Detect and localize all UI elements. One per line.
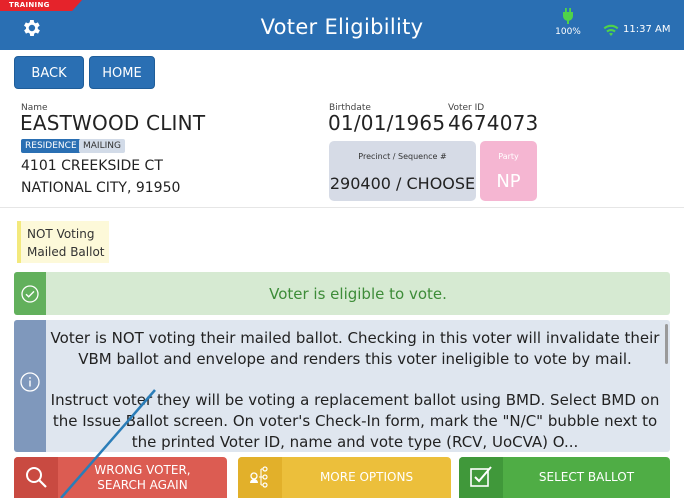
- charging-plug-icon: [563, 8, 573, 24]
- info-paragraph-1: Voter is NOT voting their mailed ballot.…: [50, 329, 660, 368]
- eligibility-banner: Voter is eligible to vote.: [14, 272, 670, 315]
- select-ballot-button[interactable]: SELECT BALLOT: [459, 457, 670, 498]
- birthdate-value: 01/01/1965: [328, 111, 446, 135]
- check-circle-icon: [21, 285, 39, 303]
- wrong-voter-label-line-2: SEARCH AGAIN: [97, 477, 188, 492]
- tab-mailing[interactable]: MAILING: [79, 139, 125, 153]
- scrollbar[interactable]: [665, 324, 668, 364]
- precinct-sequence-box[interactable]: Precinct / Sequence # 290400 / CHOOSE: [329, 141, 476, 201]
- info-panel[interactable]: Voter is NOT voting their mailed ballot.…: [14, 320, 670, 452]
- checkbox-check-icon: [470, 466, 492, 487]
- voter-name: EASTWOOD CLINT: [20, 111, 206, 135]
- wrong-voter-label-line-1: WRONG VOTER,: [94, 462, 191, 477]
- app-header: TRAINING Voter Eligibility 100% 11:37 AM: [0, 0, 684, 50]
- more-options-label: MORE OPTIONS: [319, 470, 414, 484]
- info-text: Voter is NOT voting their mailed ballot.…: [46, 328, 664, 452]
- address-line-2: NATIONAL CITY, 91950: [21, 180, 181, 196]
- precinct-label: Precinct / Sequence #: [358, 152, 447, 161]
- back-button[interactable]: BACK: [14, 56, 84, 89]
- wrong-voter-search-again-button[interactable]: WRONG VOTER, SEARCH AGAIN: [14, 457, 227, 498]
- clock: 11:37 AM: [623, 24, 671, 35]
- status-line-2: Mailed Ballot: [27, 245, 105, 259]
- voting-status-tag: NOT Voting Mailed Ballot: [17, 221, 109, 263]
- voter-id-value: 4674073: [448, 111, 539, 135]
- training-badge: TRAINING: [0, 0, 82, 11]
- party-value: NP: [496, 171, 521, 192]
- search-icon: [26, 467, 47, 488]
- wifi-icon: [603, 24, 619, 36]
- battery-indicator: 100%: [550, 8, 586, 37]
- party-box: Party NP: [480, 141, 537, 201]
- tab-residence[interactable]: RESIDENCE: [21, 139, 81, 153]
- home-button[interactable]: HOME: [89, 56, 155, 89]
- eligibility-message: Voter is eligible to vote.: [269, 285, 447, 303]
- select-ballot-label: SELECT BALLOT: [538, 470, 635, 484]
- divider: [0, 207, 684, 208]
- status-line-1: NOT Voting: [27, 227, 95, 241]
- address-line-1: 4101 CREEKSIDE CT: [21, 158, 163, 174]
- options-tree-icon: [250, 466, 268, 488]
- battery-percent: 100%: [555, 27, 581, 37]
- precinct-value: 290400 / CHOOSE: [329, 174, 476, 193]
- party-label: Party: [498, 152, 519, 161]
- info-icon: [20, 372, 40, 392]
- info-paragraph-2: Instruct voter they will be voting a rep…: [50, 391, 660, 451]
- more-options-button[interactable]: MORE OPTIONS: [238, 457, 451, 498]
